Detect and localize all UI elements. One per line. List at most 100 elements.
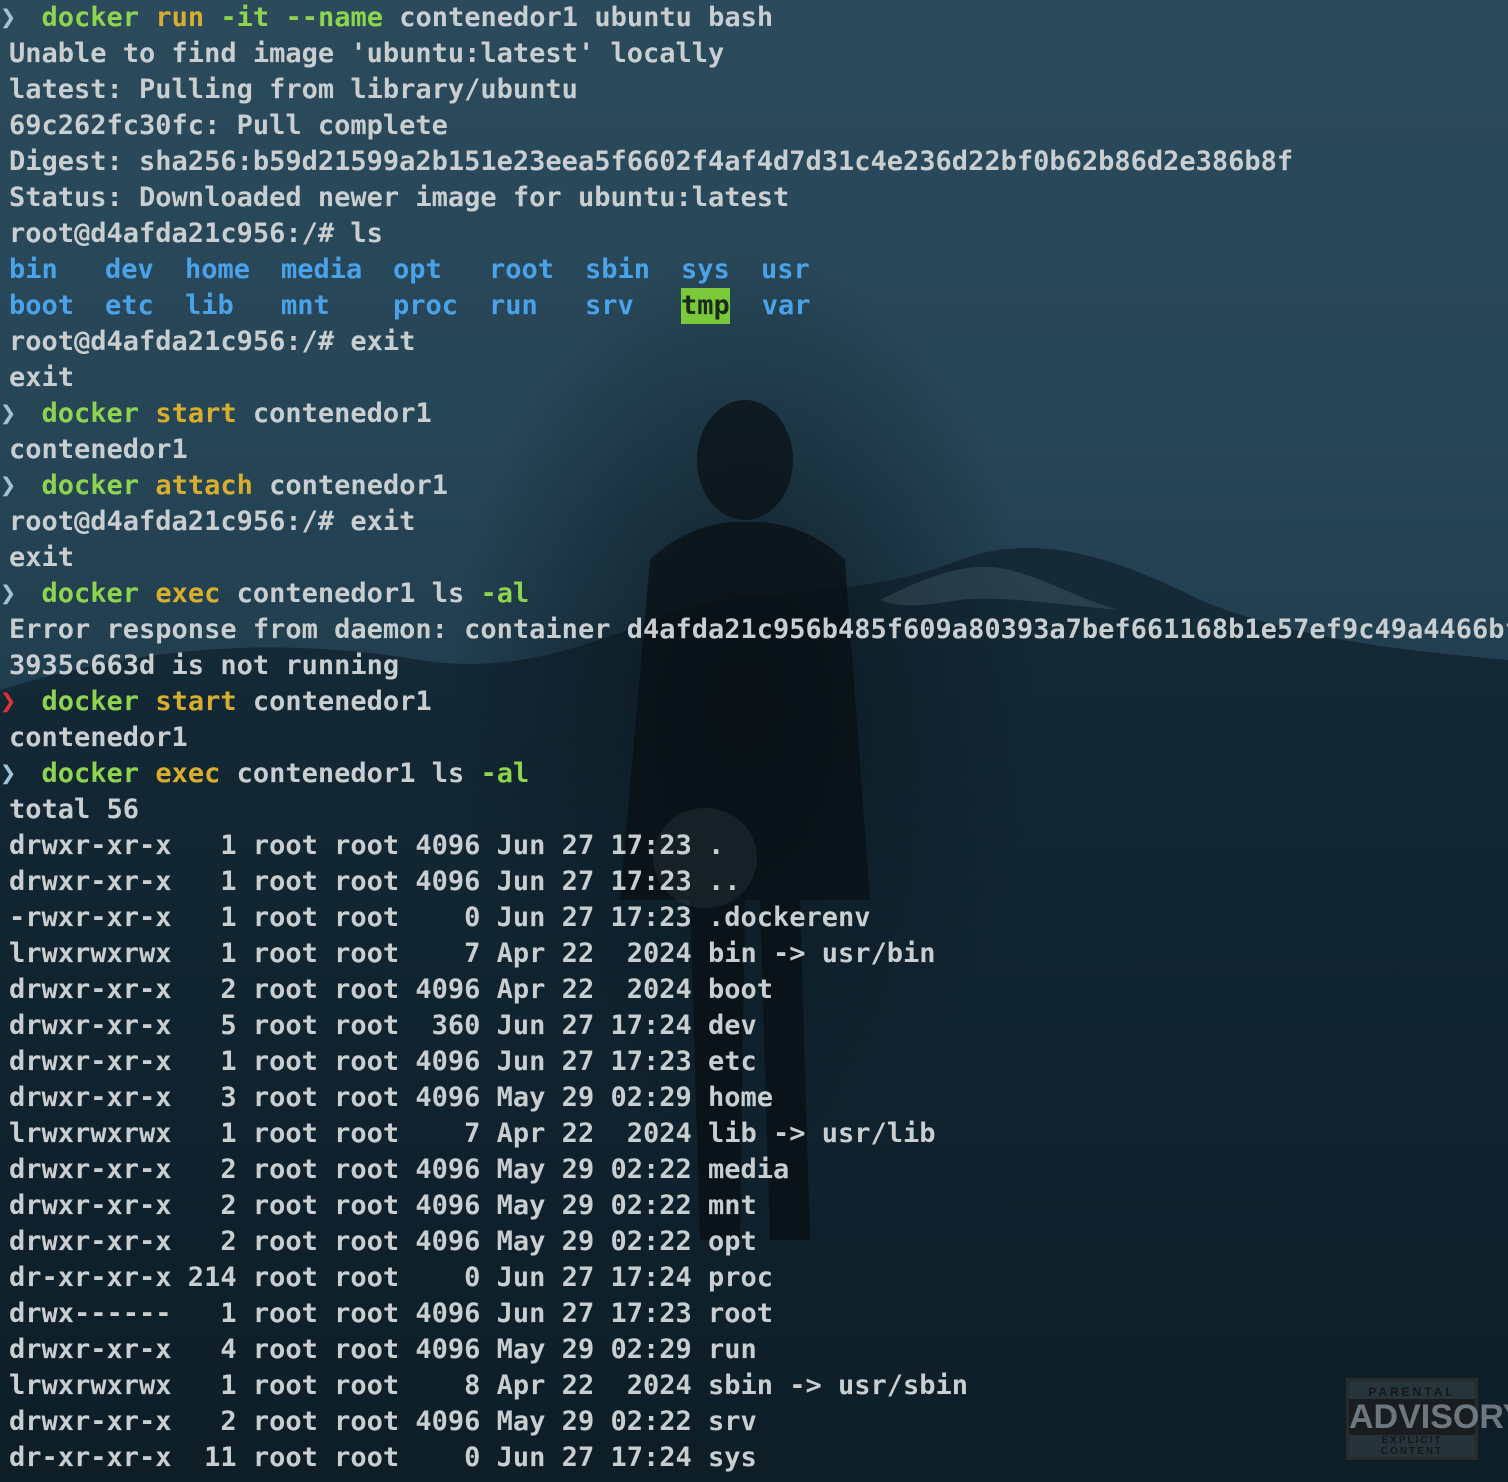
command-token-cmd: docker [41, 578, 140, 609]
output-line: drwxr-xr-x 4 root root 4096 May 29 02:29… [9, 1334, 757, 1365]
command-token-arg: contenedor1 [252, 398, 432, 429]
command-token-sub: run [155, 2, 205, 33]
output-line: drwxr-xr-x 2 root root 4096 May 29 02:22… [9, 1154, 790, 1185]
directory-entry: home [185, 254, 251, 285]
output-line: drwxr-xr-x 3 root root 4096 May 29 02:29… [9, 1082, 774, 1113]
command-token-arg: contenedor1 ubuntu bash [399, 2, 774, 33]
command-token-cmd: docker [41, 686, 140, 717]
command-token-arg: contenedor1 ls [236, 578, 481, 609]
directory-entry: media [281, 254, 363, 285]
command-space [220, 578, 236, 609]
command-line: ❯ docker attach contenedor1 [0, 468, 1504, 504]
output-line: exit [9, 542, 75, 573]
directory-entry: mnt [281, 290, 330, 321]
parental-advisory-logo: PARENTAL ADVISORY EXPLICIT CONTENT [1346, 1378, 1508, 1460]
command-space [237, 398, 253, 429]
directory-entry: usr [761, 254, 810, 285]
output-line: latest: Pulling from library/ubuntu [9, 74, 578, 105]
output-line: lrwxrwxrwx 1 root root 8 Apr 22 2024 sbi… [9, 1370, 969, 1401]
command-space [253, 470, 269, 501]
output-line: 3935c663d is not running [9, 650, 400, 681]
output-line: drwxr-xr-x 1 root root 4096 Jun 27 17:23… [9, 1046, 757, 1077]
output-line: total 56 [9, 794, 140, 825]
directory-entry: lib [185, 290, 234, 321]
prompt-chevron-icon: ❯ [0, 686, 17, 717]
command-space [139, 398, 155, 429]
command-space [139, 470, 155, 501]
prompt-chevron-icon: ❯ [0, 758, 17, 789]
output-line: dr-xr-xr-x 11 root root 0 Jun 27 17:24 s… [9, 1442, 757, 1473]
command-token-flag: -al [480, 758, 530, 789]
output-line: drwxr-xr-x 2 root root 4096 May 29 02:22… [9, 1226, 757, 1257]
output-line: contenedor1 [9, 722, 188, 753]
command-space [139, 2, 155, 33]
directory-entry: dev [105, 254, 154, 285]
command-line: ❯ docker run -it --name contenedor1 ubun… [0, 0, 1504, 36]
directory-entry: run [489, 290, 538, 321]
command-token-sub: exec [155, 758, 221, 789]
sticker-main-text: ADVISORY [1349, 1398, 1508, 1436]
output-line: drwxr-xr-x 2 root root 4096 Apr 22 2024 … [9, 974, 774, 1005]
command-space [204, 2, 220, 33]
command-space [139, 686, 155, 717]
command-token-sub: attach [155, 470, 253, 501]
directory-entry: opt [393, 254, 442, 285]
output-line: contenedor1 [9, 434, 188, 465]
output-line: exit [9, 362, 75, 393]
output-line: root@d4afda21c956:/# exit [9, 326, 416, 357]
command-space [139, 758, 155, 789]
output-line: drwx------ 1 root root 4096 Jun 27 17:23… [9, 1298, 774, 1329]
directory-entry: sbin [585, 254, 651, 285]
output-line: drwxr-xr-x 2 root root 4096 May 29 02:22… [9, 1190, 757, 1221]
output-line: root@d4afda21c956:/# ls [9, 218, 383, 249]
output-line: drwxr-xr-x 2 root root 4096 May 29 02:22… [9, 1406, 757, 1437]
command-line: ❯ docker start contenedor1 [0, 396, 1504, 432]
ls-listing-row: bin dev home media opt root sbin sys usr [9, 252, 1504, 288]
command-line: ❯ docker exec contenedor1 ls -al [0, 756, 1504, 792]
command-space [220, 758, 236, 789]
output-line: lrwxrwxrwx 1 root root 7 Apr 22 2024 bin… [9, 938, 936, 969]
command-space [237, 686, 253, 717]
directory-entry: var [761, 290, 811, 321]
output-line: dr-xr-xr-x 214 root root 0 Jun 27 17:24 … [9, 1262, 774, 1293]
directory-entry: boot [9, 290, 75, 321]
output-line: Status: Downloaded newer image for ubunt… [9, 182, 790, 213]
directory-entry: sys [681, 254, 730, 285]
command-token-arg: contenedor1 [269, 470, 448, 501]
prompt-chevron-icon: ❯ [0, 578, 17, 609]
command-token-sub: start [155, 398, 237, 429]
output-line: 69c262fc30fc: Pull complete [9, 110, 448, 141]
output-line: lrwxrwxrwx 1 root root 7 Apr 22 2024 lib… [9, 1118, 936, 1149]
directory-entry: root [489, 254, 555, 285]
command-token-cmd: docker [41, 470, 140, 501]
terminal-output: ❯ docker run -it --name contenedor1 ubun… [0, 0, 1508, 1476]
command-token-cmd: docker [41, 398, 140, 429]
output-line: drwxr-xr-x 1 root root 4096 Jun 27 17:23… [9, 830, 725, 861]
command-space [269, 2, 285, 33]
directory-entry: etc [105, 290, 154, 321]
command-token-sub: exec [155, 578, 221, 609]
command-line: ❯ docker start contenedor1 [0, 684, 1504, 720]
command-token-arg: contenedor1 [252, 686, 432, 717]
prompt-chevron-icon: ❯ [0, 2, 17, 33]
command-line: ❯ docker exec contenedor1 ls -al [0, 576, 1504, 612]
directory-entry: proc [393, 290, 459, 321]
sticker-bottom-text: EXPLICIT CONTENT [1380, 1435, 1444, 1457]
output-line: drwxr-xr-x 5 root root 360 Jun 27 17:24 … [9, 1010, 757, 1041]
prompt-chevron-icon: ❯ [0, 470, 17, 501]
command-token-cmd: docker [41, 758, 140, 789]
command-token-cmd: docker [41, 2, 140, 33]
command-space [383, 2, 399, 33]
command-token-sub: start [155, 686, 237, 717]
command-token-flag: -al [480, 578, 530, 609]
command-token-arg: contenedor1 ls [236, 758, 481, 789]
output-line: Unable to find image 'ubuntu:latest' loc… [9, 38, 725, 69]
output-line: Error response from daemon: container d4… [9, 614, 1508, 645]
directory-entry: tmp [681, 288, 730, 324]
ls-listing-row: boot etc lib mnt proc run srv tmp var [9, 288, 1504, 324]
output-line: root@d4afda21c956:/# exit [9, 506, 416, 537]
output-line: Digest: sha256:b59d21599a2b151e23eea5f66… [9, 146, 1294, 177]
directory-entry: srv [585, 290, 634, 321]
terminal-window[interactable]: ❯ docker run -it --name contenedor1 ubun… [0, 0, 1508, 1482]
prompt-chevron-icon: ❯ [0, 398, 17, 429]
